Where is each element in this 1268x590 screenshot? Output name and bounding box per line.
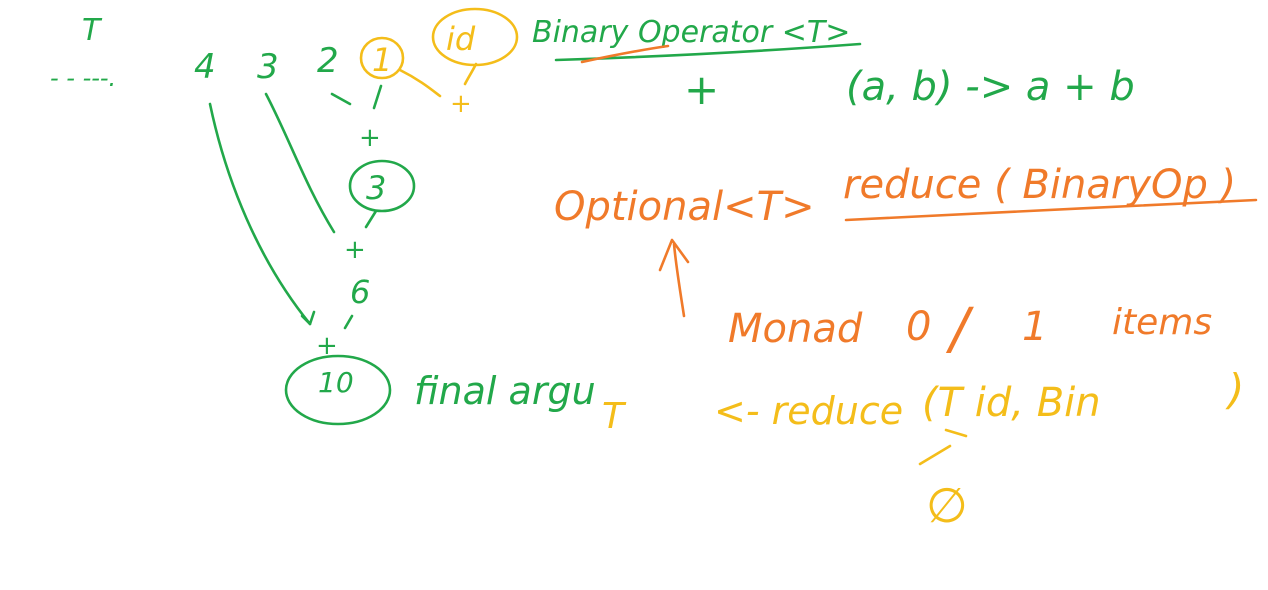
line-from-four (208, 102, 312, 326)
monad-label: Monad (728, 306, 863, 352)
connector-id-to-plus (463, 62, 478, 86)
plus-1: + (359, 123, 381, 153)
result-type-t: T (602, 396, 627, 437)
partial-6: 6 (350, 273, 370, 311)
empty-set-symbol: ∅ (926, 478, 968, 534)
number-1: 1 (372, 41, 392, 79)
plus-yellow: + (450, 89, 472, 119)
optional-type: Optional<T> (554, 184, 815, 230)
plus-big: + (684, 65, 719, 114)
final-argument-label: final argu (414, 369, 596, 413)
tick-under-three (364, 209, 378, 229)
binary-operator-label: Binary Operator <T> (532, 15, 850, 50)
ellipsis-dots: - - ‐‐‐. (50, 64, 116, 92)
lambda-expression: (a, b) -> a + b (846, 64, 1135, 110)
tick-under-two (330, 92, 352, 106)
strokes-to-empty-set (918, 428, 968, 466)
tick-under-one (372, 84, 383, 110)
arrow-up-to-optional (658, 238, 690, 318)
slash-separator: / (945, 297, 974, 362)
number-3: 3 (257, 47, 279, 87)
reduce-arguments: (T id, Bin (922, 380, 1101, 426)
partial-10: 10 (318, 366, 354, 399)
one-label: 1 (1022, 304, 1047, 350)
connector-one-to-plus (398, 68, 442, 98)
zero-label: 0 (906, 304, 931, 350)
closing-paren: ) (1225, 365, 1244, 414)
whiteboard-canvas: T - - ‐‐‐. 4 3 2 1 id + + 3 + 6 + 10 fin… (50, 7, 1258, 534)
reduce-binary-call: reduce ( BinaryOp ) (843, 162, 1236, 208)
reduce-with-identity: <- reduce (714, 389, 903, 433)
items-label: items (1112, 302, 1212, 343)
partial-3: 3 (366, 169, 386, 207)
line-from-three (264, 92, 336, 234)
plus-2: + (344, 235, 366, 265)
identity-id: id (446, 20, 476, 58)
number-2: 2 (317, 41, 339, 81)
type-label-t: T (82, 13, 103, 48)
number-4: 4 (194, 47, 216, 87)
arrowhead-from-four (300, 310, 316, 326)
tick-under-six (343, 314, 354, 330)
